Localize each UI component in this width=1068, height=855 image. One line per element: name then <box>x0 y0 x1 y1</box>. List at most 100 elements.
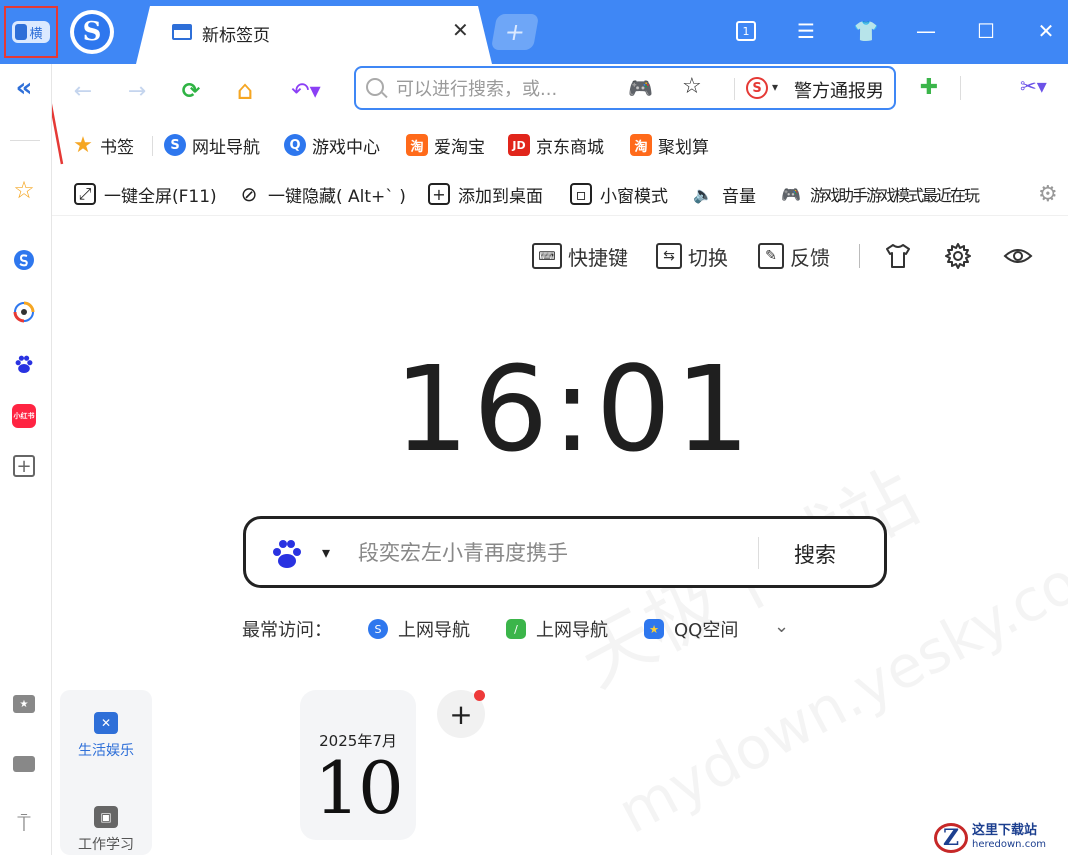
game-center-icon: Q <box>284 134 306 156</box>
sidebar-baidu-icon[interactable] <box>10 350 38 378</box>
hot-search-text[interactable]: 警方通报男 <box>794 77 884 103</box>
screenshot-cut-icon[interactable]: ✂▾ <box>1020 74 1047 98</box>
tab-page-icon <box>172 24 192 40</box>
search-input[interactable] <box>358 535 748 571</box>
taobao-icon: 淘 <box>406 134 428 156</box>
engine-dropdown-icon[interactable]: ▾ <box>322 543 330 562</box>
volume-button[interactable]: 🔈 音量 <box>692 180 756 208</box>
bookmark-ai-taobao[interactable]: 淘 爱淘宝 <box>406 130 485 160</box>
sidebar-qq-icon[interactable] <box>10 298 38 326</box>
sidebar-mode-toggle-button[interactable]: 横 <box>4 6 58 58</box>
eye-visibility-icon[interactable] <box>1002 240 1034 272</box>
add-desktop-icon: + <box>428 183 450 205</box>
address-input[interactable] <box>396 74 596 104</box>
minimize-button[interactable]: — <box>911 16 941 46</box>
sogou-browser-logo[interactable]: S <box>70 10 114 54</box>
sidebar-xiaohongshu-icon[interactable]: 小红书 <box>10 402 38 430</box>
sidebar-folder-icon[interactable]: ★ <box>10 690 38 718</box>
badge-url: heredown.com <box>972 838 1047 850</box>
bookmark-juhuasuan[interactable]: 淘 聚划算 <box>630 130 709 160</box>
gamepad-icon: 🎮 <box>781 184 801 204</box>
volume-icon: 🔈 <box>693 184 713 204</box>
new-tab-button[interactable]: + <box>490 14 540 50</box>
add-to-desktop-button[interactable]: + 添加到桌面 <box>428 180 543 208</box>
tab-new-tab[interactable]: 新标签页 ✕ <box>136 6 492 64</box>
feedback-button[interactable]: ✎ 反馈 <box>758 240 830 272</box>
fullscreen-icon: ⤢ <box>74 183 96 205</box>
sidebar-add-icon[interactable]: + <box>10 452 38 480</box>
sidebar-briefcase-icon[interactable] <box>10 750 38 778</box>
search-box: ▾ 搜索 <box>243 516 887 588</box>
bookmark-jd-mall[interactable]: JD 京东商城 <box>508 130 604 160</box>
switch-icon: ⇆ <box>656 243 682 269</box>
search-divider <box>758 537 759 569</box>
undo-close-button[interactable]: ↶▾ <box>284 74 328 108</box>
back-button[interactable]: ← <box>66 74 100 108</box>
engine-dropdown-icon[interactable]: ▾ <box>772 80 778 94</box>
frequent-expand-icon[interactable]: ⌄ <box>774 616 789 637</box>
shortcuts-button[interactable]: ⌨ 快捷键 <box>532 240 628 272</box>
qzone-star-icon: ★ <box>644 619 664 639</box>
mini-window-button[interactable]: ▫ 小窗模式 <box>570 180 668 208</box>
nav-leaf-icon: / <box>506 619 526 639</box>
calendar-day: 10 <box>314 746 404 830</box>
bookmarks-bar: ★ 书签 S 网址导航 Q 游戏中心 淘 爱淘宝 JD 京东商城 淘 聚划算 <box>52 122 1068 166</box>
search-button[interactable]: 搜索 <box>794 539 836 569</box>
category-work-study[interactable]: ▣ 工作学习 <box>60 806 152 854</box>
mode-toggle-icon: 横 <box>12 21 50 43</box>
skin-icon[interactable]: 👕 <box>851 16 881 46</box>
game-settings-icon[interactable]: ⚙ <box>1038 180 1058 208</box>
forward-button[interactable]: → <box>120 74 154 108</box>
sidebar-collapse-icon[interactable]: « <box>10 73 38 103</box>
notification-dot <box>474 690 485 701</box>
frequent-label: 最常访问： <box>242 620 332 641</box>
briefcase-icon: ▣ <box>94 806 118 828</box>
sidebar-favorites-icon[interactable]: ☆ <box>10 176 38 204</box>
nav-divider <box>960 76 961 100</box>
game-assistant-button[interactable]: 🎮 游戏助手游戏模式最近在玩 <box>780 180 1010 208</box>
frequent-item-nav-1[interactable]: S 上网导航 <box>368 614 470 644</box>
extension-icon[interactable]: ✚ <box>916 74 942 100</box>
hide-window-button[interactable]: ⊘ 一键隐藏( Alt+` ) <box>238 180 406 208</box>
bookmark-divider <box>152 136 153 156</box>
bookmark-star-icon: ★ <box>73 132 93 158</box>
tab-counter-button[interactable]: 1 <box>731 16 761 46</box>
category-life-entertainment[interactable]: ✕ 生活娱乐 <box>60 712 152 760</box>
quick-divider <box>859 244 860 268</box>
home-button[interactable]: ⌂ <box>228 74 262 108</box>
sidebar-sogou-icon[interactable] <box>10 246 38 274</box>
calendar-widget[interactable]: 2025年7月 10 <box>300 690 416 840</box>
mini-window-icon: ▫ <box>570 183 592 205</box>
feedback-icon: ✎ <box>758 243 784 269</box>
maximize-button[interactable]: ☐ <box>971 16 1001 46</box>
tab-close-icon[interactable]: ✕ <box>452 18 469 42</box>
menu-icon[interactable]: ☰ <box>791 16 821 46</box>
site-watermark-badge: Z 这里下载站 heredown.com <box>934 820 1068 855</box>
navigation-bar: ← → ⟳ ⌂ ↶▾ 🎮 ☆ S ▾ 警方通报男 ✚ ✂▾ <box>52 64 1068 118</box>
settings-gear-icon[interactable] <box>942 240 974 272</box>
bookmark-url-nav[interactable]: S 网址导航 <box>164 130 260 160</box>
refresh-button[interactable]: ⟳ <box>174 74 208 108</box>
theme-shirt-icon[interactable] <box>882 240 914 272</box>
sidebar-pin-icon[interactable]: ⍑ <box>10 810 38 838</box>
favorite-star-icon[interactable]: ☆ <box>682 74 702 99</box>
bookmark-bookmarks[interactable]: ★ 书签 <box>72 130 134 160</box>
frequent-item-qzone[interactable]: ★ QQ空间 <box>644 614 738 644</box>
frequent-item-nav-2[interactable]: / 上网导航 <box>506 614 608 644</box>
game-icon[interactable]: 🎮 <box>628 76 653 100</box>
sogou-nav-icon: S <box>368 619 388 639</box>
clock-display: 16:01 <box>394 340 755 478</box>
badge-title: 这里下载站 <box>972 822 1038 838</box>
add-widget-button[interactable]: + <box>437 690 485 738</box>
search-engine-icon[interactable]: S <box>746 77 768 99</box>
switch-button[interactable]: ⇆ 切换 <box>656 240 728 272</box>
baidu-paw-icon[interactable] <box>270 537 304 571</box>
tab-title: 新标签页 <box>202 26 270 46</box>
address-bar[interactable]: 🎮 ☆ S ▾ 警方通报男 <box>354 66 896 110</box>
close-button[interactable]: ✕ <box>1031 16 1061 46</box>
jd-icon: JD <box>508 134 530 156</box>
game-toolbar: ⤢ 一键全屏(F11) ⊘ 一键隐藏( Alt+` ) + 添加到桌面 ▫ 小窗… <box>52 172 1068 216</box>
fullscreen-button[interactable]: ⤢ 一键全屏(F11) <box>74 180 217 208</box>
juhuasuan-icon: 淘 <box>630 134 652 156</box>
bookmark-game-center[interactable]: Q 游戏中心 <box>284 130 380 160</box>
